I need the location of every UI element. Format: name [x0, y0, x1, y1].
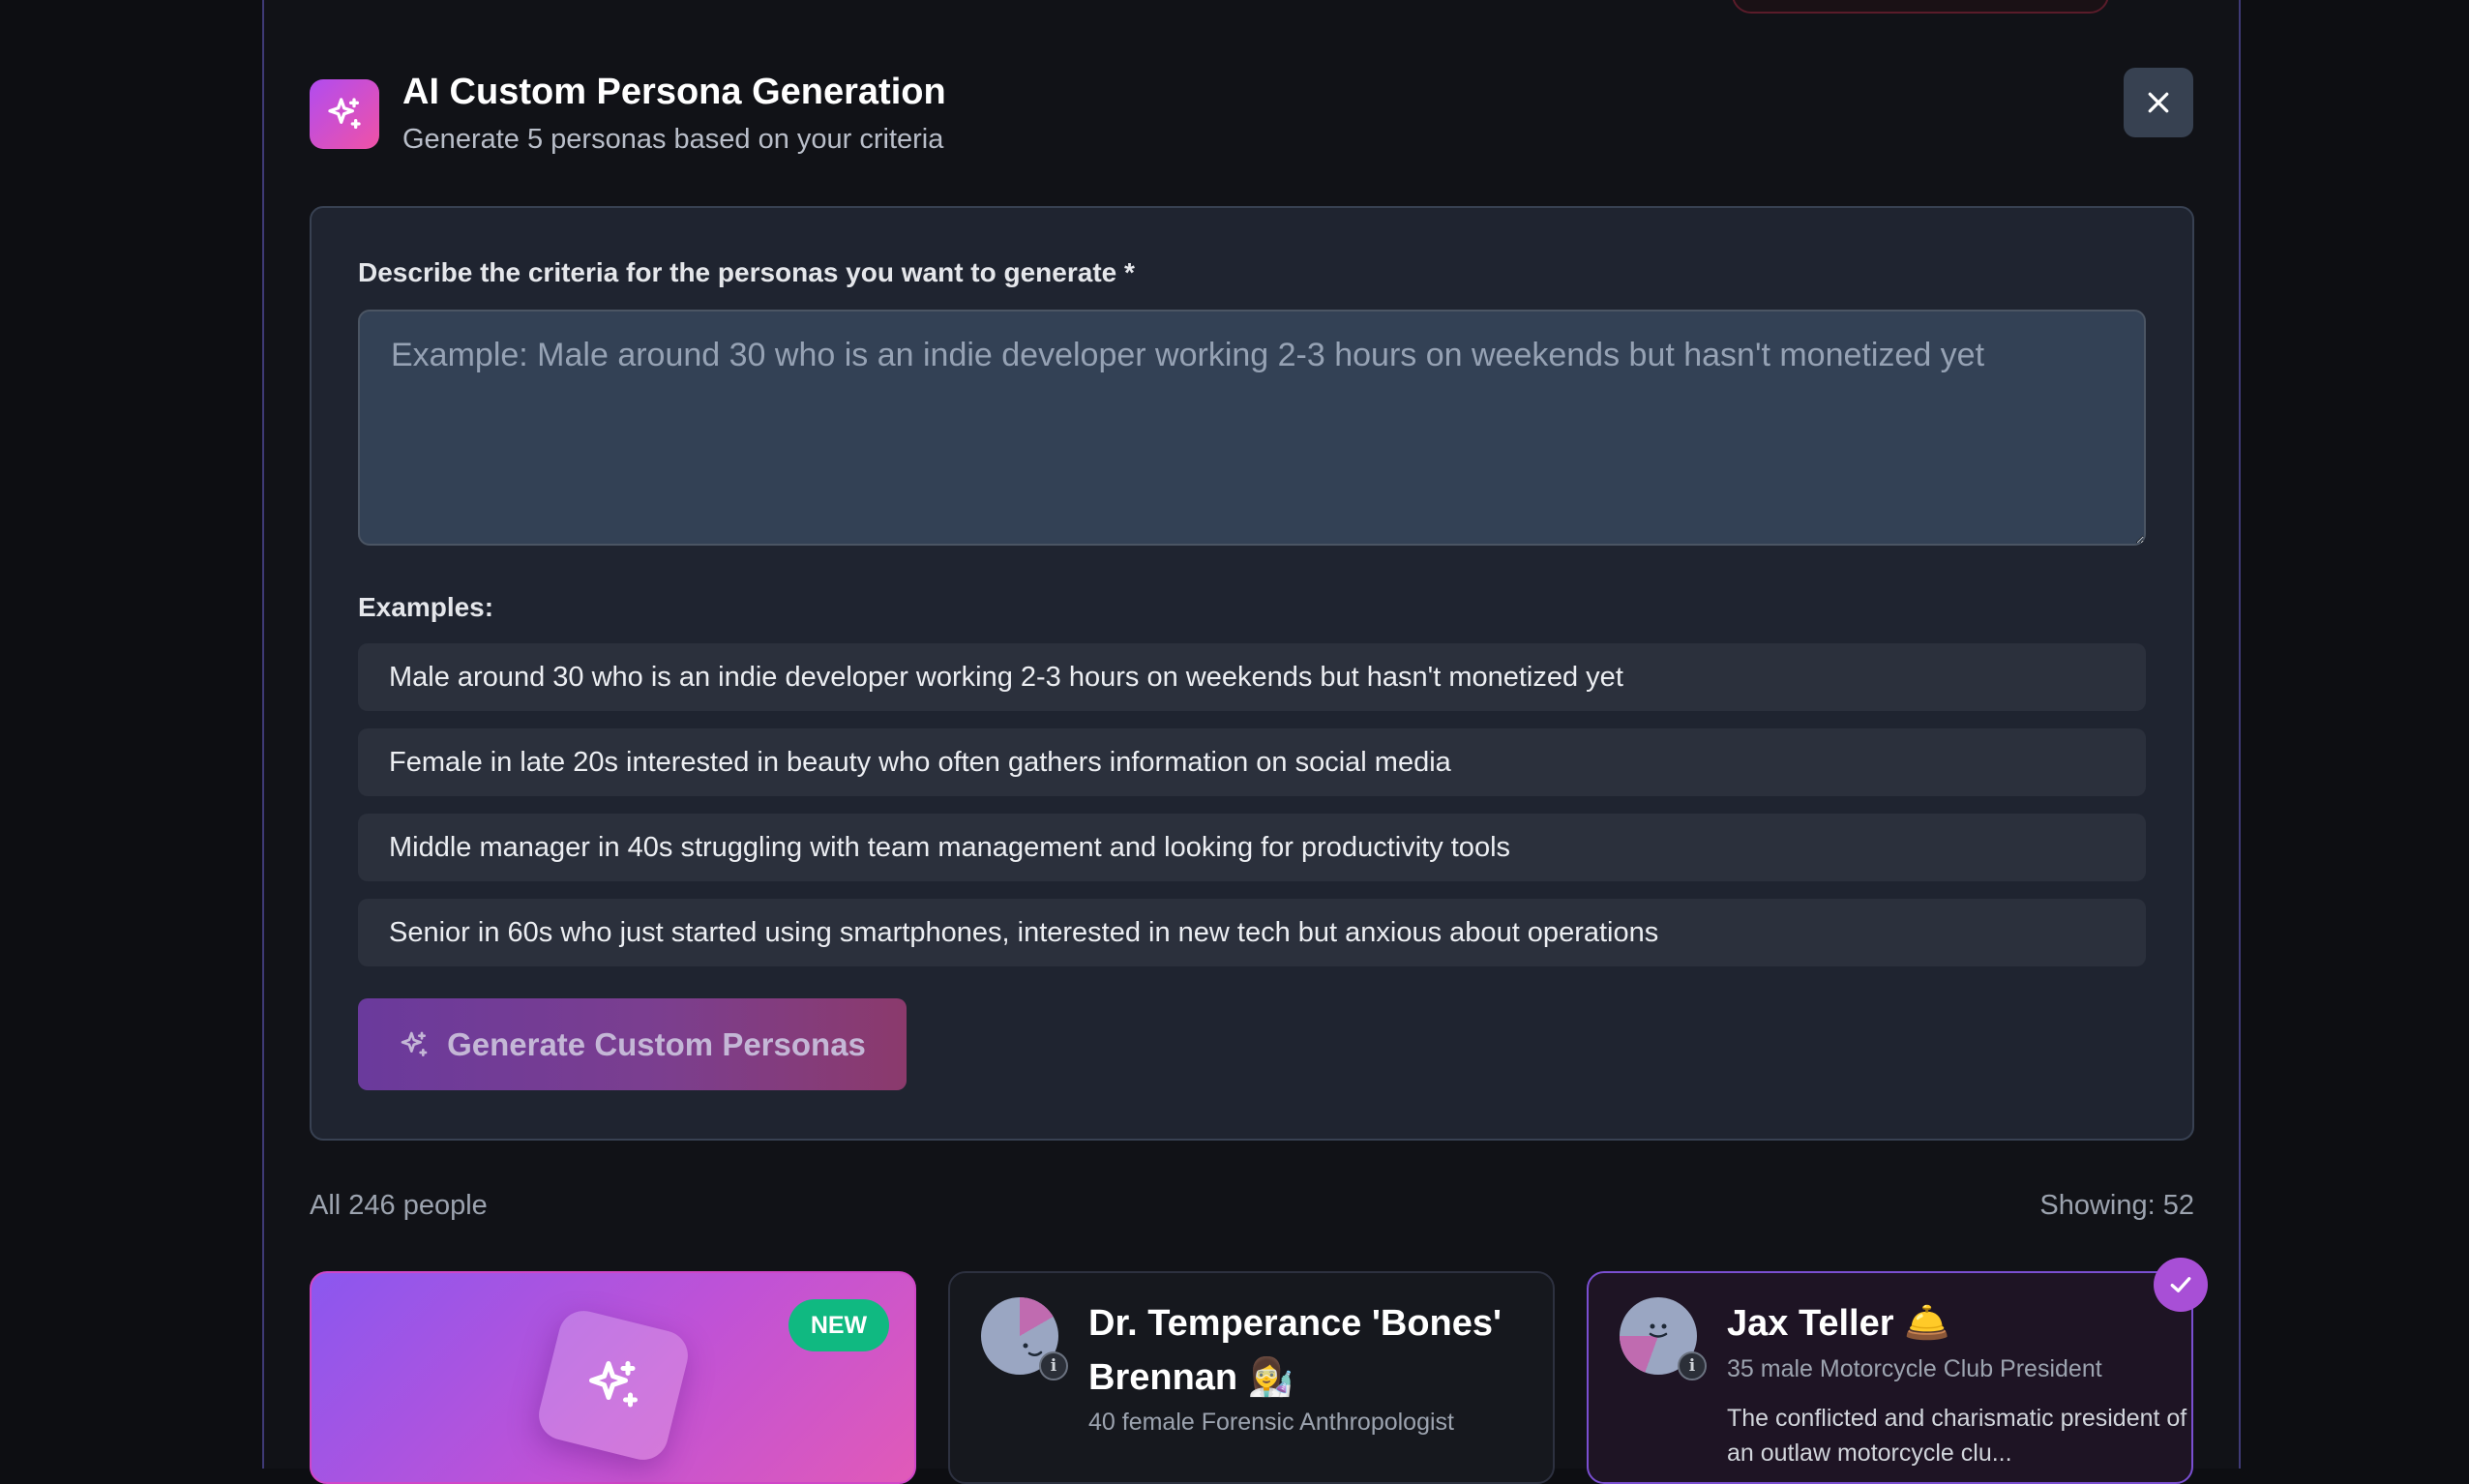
criteria-label: Describe the criteria for the personas y…: [358, 257, 1135, 287]
selected-check[interactable]: [2154, 1258, 2208, 1312]
check-icon: [2170, 1277, 2191, 1292]
info-icon[interactable]: i: [1678, 1351, 1707, 1380]
modal-title: AI Custom Persona Generation: [402, 72, 946, 112]
generate-custom-personas-button[interactable]: Generate Custom Personas: [358, 998, 907, 1090]
persona-description: The conflicted and charismatic president…: [1727, 1405, 2187, 1467]
persona-meta: 35 male Motorcycle Club President: [1727, 1355, 2102, 1382]
new-badge: NEW: [788, 1299, 889, 1351]
close-icon: [2148, 92, 2169, 113]
showing-count: Showing: 52: [2039, 1190, 2194, 1221]
sparkles-icon: [310, 79, 379, 149]
example-item[interactable]: Senior in 60s who just started using sma…: [358, 899, 2146, 966]
generate-button-label: Generate Custom Personas: [447, 1025, 866, 1062]
examples-label: Examples:: [358, 592, 494, 622]
persona-meta: 40 female Forensic Anthropologist: [1088, 1409, 1454, 1436]
modal-subtitle: Generate 5 personas based on your criter…: [402, 124, 944, 155]
example-item[interactable]: Female in late 20s interested in beauty …: [358, 728, 2146, 796]
info-icon[interactable]: i: [1039, 1351, 1068, 1380]
example-item[interactable]: Male around 30 who is an indie developer…: [358, 643, 2146, 711]
example-item[interactable]: Middle manager in 40s struggling with te…: [358, 814, 2146, 881]
avatar: i: [981, 1297, 1068, 1380]
persona-name: Jax Teller 🛎️: [1727, 1303, 1950, 1344]
close-button[interactable]: [2124, 68, 2193, 137]
persona-name: Dr. Temperance 'Bones' Brennan 👩‍🔬: [1088, 1303, 1502, 1398]
criteria-input[interactable]: [358, 310, 2146, 546]
all-people-count: All 246 people: [310, 1190, 488, 1221]
top-action-pill[interactable]: [1732, 0, 2109, 14]
sparkles-icon: [401, 1031, 428, 1056]
avatar: i: [1620, 1297, 1707, 1380]
